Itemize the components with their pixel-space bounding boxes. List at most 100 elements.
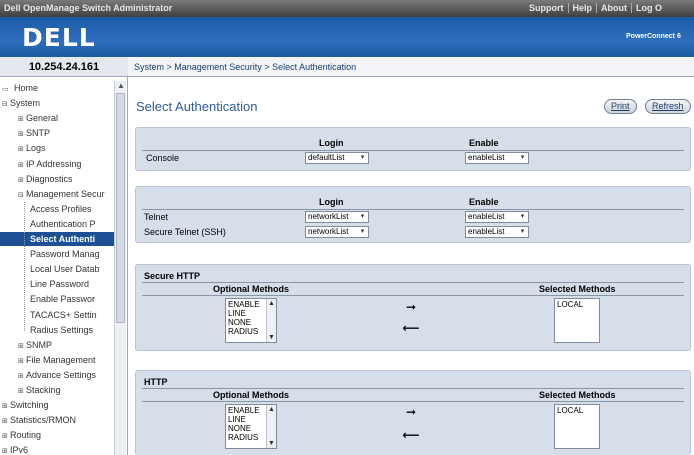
telnet-login-select[interactable]: networkList ▾: [305, 211, 369, 223]
nav-item-label: General: [26, 113, 59, 124]
arrow-left-icon: ⟵: [402, 428, 420, 442]
console-panel: Login Enable Console defaultList ▾ enable…: [135, 127, 691, 171]
expand-icon[interactable]: ⊞: [2, 430, 10, 442]
telnet-login-value: networkList: [308, 212, 349, 221]
help-link[interactable]: Help: [567, 3, 597, 13]
expand-icon[interactable]: ⊞: [18, 340, 26, 352]
home-icon: ▭: [2, 86, 9, 93]
nav-item[interactable]: ⊞ IPv6: [2, 443, 114, 455]
support-link[interactable]: Support: [525, 3, 568, 13]
move-left-button[interactable]: ⟵: [400, 322, 422, 334]
nav-item[interactable]: ⊟ Management Secur: [18, 187, 114, 201]
secure-http-optional-list[interactable]: ENABLE LINE NONE RADIUS ▲ ▼: [225, 298, 277, 343]
nav-item[interactable]: Authentication P: [30, 217, 114, 231]
title-divider: [142, 282, 684, 283]
list-scrollbar[interactable]: ▲ ▼: [266, 405, 276, 448]
nav-item[interactable]: ⊞ SNMP: [18, 338, 114, 352]
nav-item[interactable]: ⊞ Switching: [2, 398, 114, 412]
console-enable-header: Enable: [469, 138, 499, 148]
expand-icon[interactable]: ⊞: [2, 400, 10, 412]
nav-item[interactable]: ⊟ System: [2, 96, 114, 110]
chevron-down-icon: ▾: [360, 228, 365, 235]
collapse-icon[interactable]: ⊟: [18, 189, 26, 201]
chevron-down-icon: ▾: [360, 213, 365, 220]
nav-item[interactable]: ⊞ Logs: [18, 141, 114, 155]
http-optional-header: Optional Methods: [213, 390, 289, 400]
logout-link[interactable]: Log O: [631, 3, 666, 13]
console-enable-select[interactable]: enableList ▾: [465, 152, 529, 164]
nav-scrollbar[interactable]: ▲: [114, 81, 126, 455]
expand-icon[interactable]: ⊞: [18, 370, 26, 382]
nav-item[interactable]: Line Password: [30, 277, 114, 291]
chevron-down-icon: ▾: [360, 154, 365, 161]
http-optional-list[interactable]: ENABLE LINE NONE RADIUS ▲ ▼: [225, 404, 277, 449]
http-panel: HTTP Optional Methods Selected Methods E…: [135, 370, 691, 455]
move-right-button[interactable]: ➞: [400, 406, 422, 418]
print-button[interactable]: Print: [604, 99, 637, 114]
move-right-button[interactable]: ➞: [400, 301, 422, 313]
nav-item[interactable]: ⊞ Advance Settings: [18, 368, 114, 382]
list-item[interactable]: LOCAL: [557, 300, 597, 309]
expand-icon[interactable]: ⊞: [2, 415, 10, 427]
product-name: PowerConnect 6: [626, 33, 681, 40]
nav-item[interactable]: TACACS+ Settin: [30, 308, 114, 322]
nav-item[interactable]: Access Profiles: [30, 202, 114, 216]
switch-ip: 10.254.24.161: [0, 57, 128, 77]
about-link[interactable]: About: [596, 3, 631, 13]
move-left-button[interactable]: ⟵: [400, 429, 422, 441]
http-selected-list[interactable]: LOCAL: [554, 404, 600, 449]
nav-item[interactable]: ⊞ File Management: [18, 353, 114, 367]
title-divider: [142, 388, 684, 389]
console-label: Console: [146, 153, 180, 163]
nav-item[interactable]: ⊞ General: [18, 111, 114, 125]
nav-item[interactable]: ⊞ Routing: [2, 428, 114, 442]
scroll-up-icon[interactable]: ▲: [117, 81, 125, 90]
expand-icon[interactable]: ⊞: [18, 143, 26, 155]
nav-item[interactable]: Radius Settings: [30, 323, 114, 337]
nav-item-label: Management Secur: [26, 188, 105, 199]
header-divider: [142, 150, 684, 151]
refresh-button[interactable]: Refresh: [645, 99, 691, 114]
chevron-up-icon[interactable]: ▲: [268, 405, 275, 414]
expand-icon[interactable]: ⊞: [2, 445, 10, 455]
expand-icon[interactable]: ⊞: [18, 113, 26, 125]
secure-http-selected-header: Selected Methods: [539, 284, 616, 294]
nav-item[interactable]: ▭ Home: [2, 81, 114, 95]
expand-icon[interactable]: ⊞: [18, 128, 26, 140]
nav-item-label: Select Authenti: [30, 234, 96, 244]
nav-item[interactable]: Password Manag: [30, 247, 114, 261]
nav-item[interactable]: Select Authenti: [0, 232, 114, 246]
chevron-down-icon: ▾: [520, 228, 525, 235]
nav-item-label: SNTP: [26, 128, 51, 139]
expand-icon[interactable]: ⊞: [18, 385, 26, 397]
chevron-down-icon[interactable]: ▼: [268, 439, 275, 448]
nav-item-label: Statistics/RMON: [10, 415, 77, 426]
nav-item[interactable]: Local User Datab: [30, 262, 114, 276]
arrow-right-icon: ➞: [405, 300, 417, 314]
nav-item[interactable]: ⊞ Stacking: [18, 383, 114, 397]
nav-item[interactable]: Enable Passwor: [30, 292, 114, 306]
console-login-select[interactable]: defaultList ▾: [305, 152, 369, 164]
nav-item[interactable]: ⊞ Diagnostics: [18, 172, 114, 186]
remote-enable-header: Enable: [469, 197, 499, 207]
nav-item[interactable]: ⊞ Statistics/RMON: [2, 413, 114, 427]
top-bar: Dell OpenManage Switch Administrator Sup…: [0, 0, 694, 17]
expand-icon[interactable]: ⊞: [18, 355, 26, 367]
chevron-down-icon[interactable]: ▼: [268, 333, 275, 342]
list-scrollbar[interactable]: ▲ ▼: [266, 299, 276, 342]
telnet-enable-select[interactable]: enableList ▾: [465, 211, 529, 223]
ssh-login-select[interactable]: networkList ▾: [305, 226, 369, 238]
scroll-thumb[interactable]: [116, 93, 125, 323]
chevron-up-icon[interactable]: ▲: [268, 299, 275, 308]
expand-icon[interactable]: ⊞: [18, 174, 26, 186]
nav-item[interactable]: ⊞ IP Addressing: [18, 157, 114, 171]
expand-icon[interactable]: ⊞: [18, 159, 26, 171]
ssh-label: Secure Telnet (SSH): [144, 227, 226, 237]
secure-http-selected-list[interactable]: LOCAL: [554, 298, 600, 343]
ssh-enable-select[interactable]: enableList ▾: [465, 226, 529, 238]
collapse-icon[interactable]: ⊟: [2, 98, 10, 110]
nav-item[interactable]: ⊞ SNTP: [18, 126, 114, 140]
header-divider: [142, 295, 684, 296]
brand-bar: DELL PowerConnect 6: [0, 17, 694, 57]
list-item[interactable]: LOCAL: [557, 406, 597, 415]
